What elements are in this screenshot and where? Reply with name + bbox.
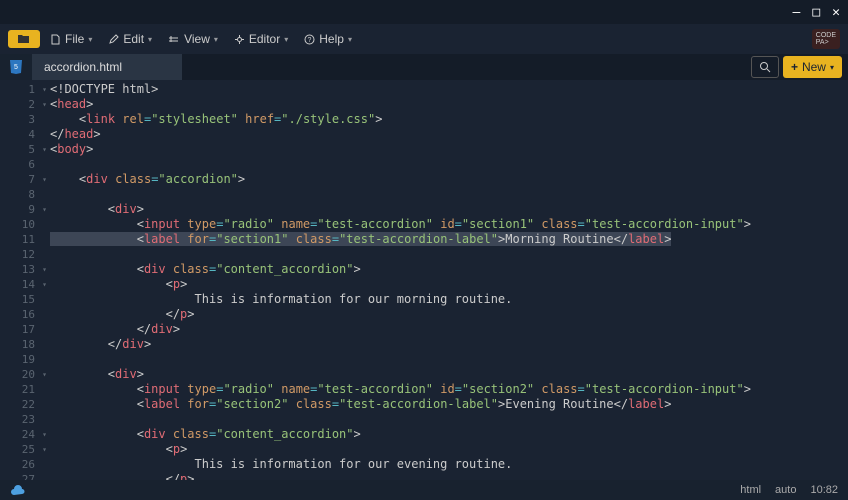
filetype-html-icon: 5 xyxy=(0,54,32,80)
menu-editor-label: Editor xyxy=(249,32,280,46)
menu-file[interactable]: File▾ xyxy=(44,28,98,50)
code-line[interactable]: <label for="section1" class="test-accord… xyxy=(50,232,848,247)
code-area[interactable]: <!DOCTYPE html><head> <link rel="stylesh… xyxy=(38,80,848,480)
line-number: 26 xyxy=(0,457,38,472)
menubar: File▾ Edit▾ View▾ Editor▾ ? Help▾ CODE P… xyxy=(0,24,848,54)
maximize-button[interactable]: □ xyxy=(812,5,820,20)
menu-edit[interactable]: Edit▾ xyxy=(102,28,158,50)
code-line[interactable]: This is information for our evening rout… xyxy=(50,457,848,472)
search-icon xyxy=(759,61,771,73)
line-number: 22 xyxy=(0,397,38,412)
code-line[interactable]: <div class="content_accordion"> xyxy=(50,427,848,442)
search-button[interactable] xyxy=(751,56,779,78)
line-number: 27 xyxy=(0,472,38,480)
open-folder-button[interactable] xyxy=(8,30,40,48)
new-button[interactable]: + New ▾ xyxy=(783,56,842,78)
line-number: 21 xyxy=(0,382,38,397)
code-line[interactable]: </p> xyxy=(50,472,848,480)
line-number: 8 xyxy=(0,187,38,202)
status-cursor[interactable]: 10:82 xyxy=(810,484,838,496)
tab-label: accordion.html xyxy=(44,60,122,74)
code-line[interactable]: <input type="radio" name="test-accordion… xyxy=(50,382,848,397)
code-line[interactable]: <p> xyxy=(50,442,848,457)
code-line[interactable]: </p> xyxy=(50,307,848,322)
code-line[interactable]: <body> xyxy=(50,142,848,157)
code-line[interactable] xyxy=(50,412,848,427)
titlebar: — □ ✕ xyxy=(0,0,848,24)
code-line[interactable]: <head> xyxy=(50,97,848,112)
line-number: 18 xyxy=(0,337,38,352)
layers-icon xyxy=(168,35,180,44)
tab-accordion-html[interactable]: accordion.html xyxy=(32,54,183,80)
menu-editor[interactable]: Editor▾ xyxy=(228,28,294,50)
line-number: 3 xyxy=(0,112,38,127)
line-number: 11 xyxy=(0,232,38,247)
gear-icon xyxy=(234,34,245,45)
line-number: 12 xyxy=(0,247,38,262)
code-line[interactable] xyxy=(50,157,848,172)
code-line[interactable] xyxy=(50,187,848,202)
line-number: 25 xyxy=(0,442,38,457)
menu-view[interactable]: View▾ xyxy=(162,28,224,50)
line-number: 2 xyxy=(0,97,38,112)
line-number: 17 xyxy=(0,322,38,337)
code-line[interactable]: <link rel="stylesheet" href="./style.css… xyxy=(50,112,848,127)
menu-file-label: File xyxy=(65,32,84,46)
code-line[interactable]: </div> xyxy=(50,322,848,337)
minimize-button[interactable]: — xyxy=(793,5,801,20)
line-number: 19 xyxy=(0,352,38,367)
cloud-icon[interactable] xyxy=(10,485,26,496)
code-line[interactable]: <input type="radio" name="test-accordion… xyxy=(50,217,848,232)
new-button-label: New xyxy=(802,60,826,74)
tabbar: 5 accordion.html + New ▾ xyxy=(0,54,848,80)
code-editor[interactable]: 1234567891011121314151617181920212223242… xyxy=(0,80,848,480)
svg-text:5: 5 xyxy=(14,64,18,71)
line-number: 20 xyxy=(0,367,38,382)
line-number: 7 xyxy=(0,172,38,187)
status-language[interactable]: html xyxy=(740,484,761,496)
line-gutter: 1234567891011121314151617181920212223242… xyxy=(0,80,38,480)
code-line[interactable] xyxy=(50,352,848,367)
code-line[interactable]: <div class="accordion"> xyxy=(50,172,848,187)
code-line[interactable]: </div> xyxy=(50,337,848,352)
app-logo: CODE PA> xyxy=(812,29,840,49)
line-number: 5 xyxy=(0,142,38,157)
code-line[interactable]: <div> xyxy=(50,202,848,217)
line-number: 14 xyxy=(0,277,38,292)
pencil-icon xyxy=(108,34,119,45)
line-number: 4 xyxy=(0,127,38,142)
line-number: 16 xyxy=(0,307,38,322)
help-icon: ? xyxy=(304,34,315,45)
code-line[interactable]: </head> xyxy=(50,127,848,142)
code-line[interactable]: <p> xyxy=(50,277,848,292)
line-number: 9 xyxy=(0,202,38,217)
menu-help[interactable]: ? Help▾ xyxy=(298,28,358,50)
close-button[interactable]: ✕ xyxy=(832,5,840,20)
line-number: 24 xyxy=(0,427,38,442)
code-line[interactable] xyxy=(50,247,848,262)
svg-text:?: ? xyxy=(308,37,312,44)
status-mode[interactable]: auto xyxy=(775,484,796,496)
code-line[interactable]: This is information for our morning rout… xyxy=(50,292,848,307)
file-icon xyxy=(50,34,61,45)
code-line[interactable]: <div class="content_accordion"> xyxy=(50,262,848,277)
statusbar: html auto 10:82 xyxy=(0,480,848,500)
folder-icon xyxy=(17,33,31,45)
line-number: 15 xyxy=(0,292,38,307)
code-line[interactable]: <!DOCTYPE html> xyxy=(50,82,848,97)
menu-edit-label: Edit xyxy=(123,32,144,46)
code-line[interactable]: <label for="section2" class="test-accord… xyxy=(50,397,848,412)
line-number: 10 xyxy=(0,217,38,232)
menu-view-label: View xyxy=(184,32,210,46)
line-number: 13 xyxy=(0,262,38,277)
line-number: 1 xyxy=(0,82,38,97)
code-line[interactable]: <div> xyxy=(50,367,848,382)
line-number: 6 xyxy=(0,157,38,172)
menu-help-label: Help xyxy=(319,32,344,46)
line-number: 23 xyxy=(0,412,38,427)
